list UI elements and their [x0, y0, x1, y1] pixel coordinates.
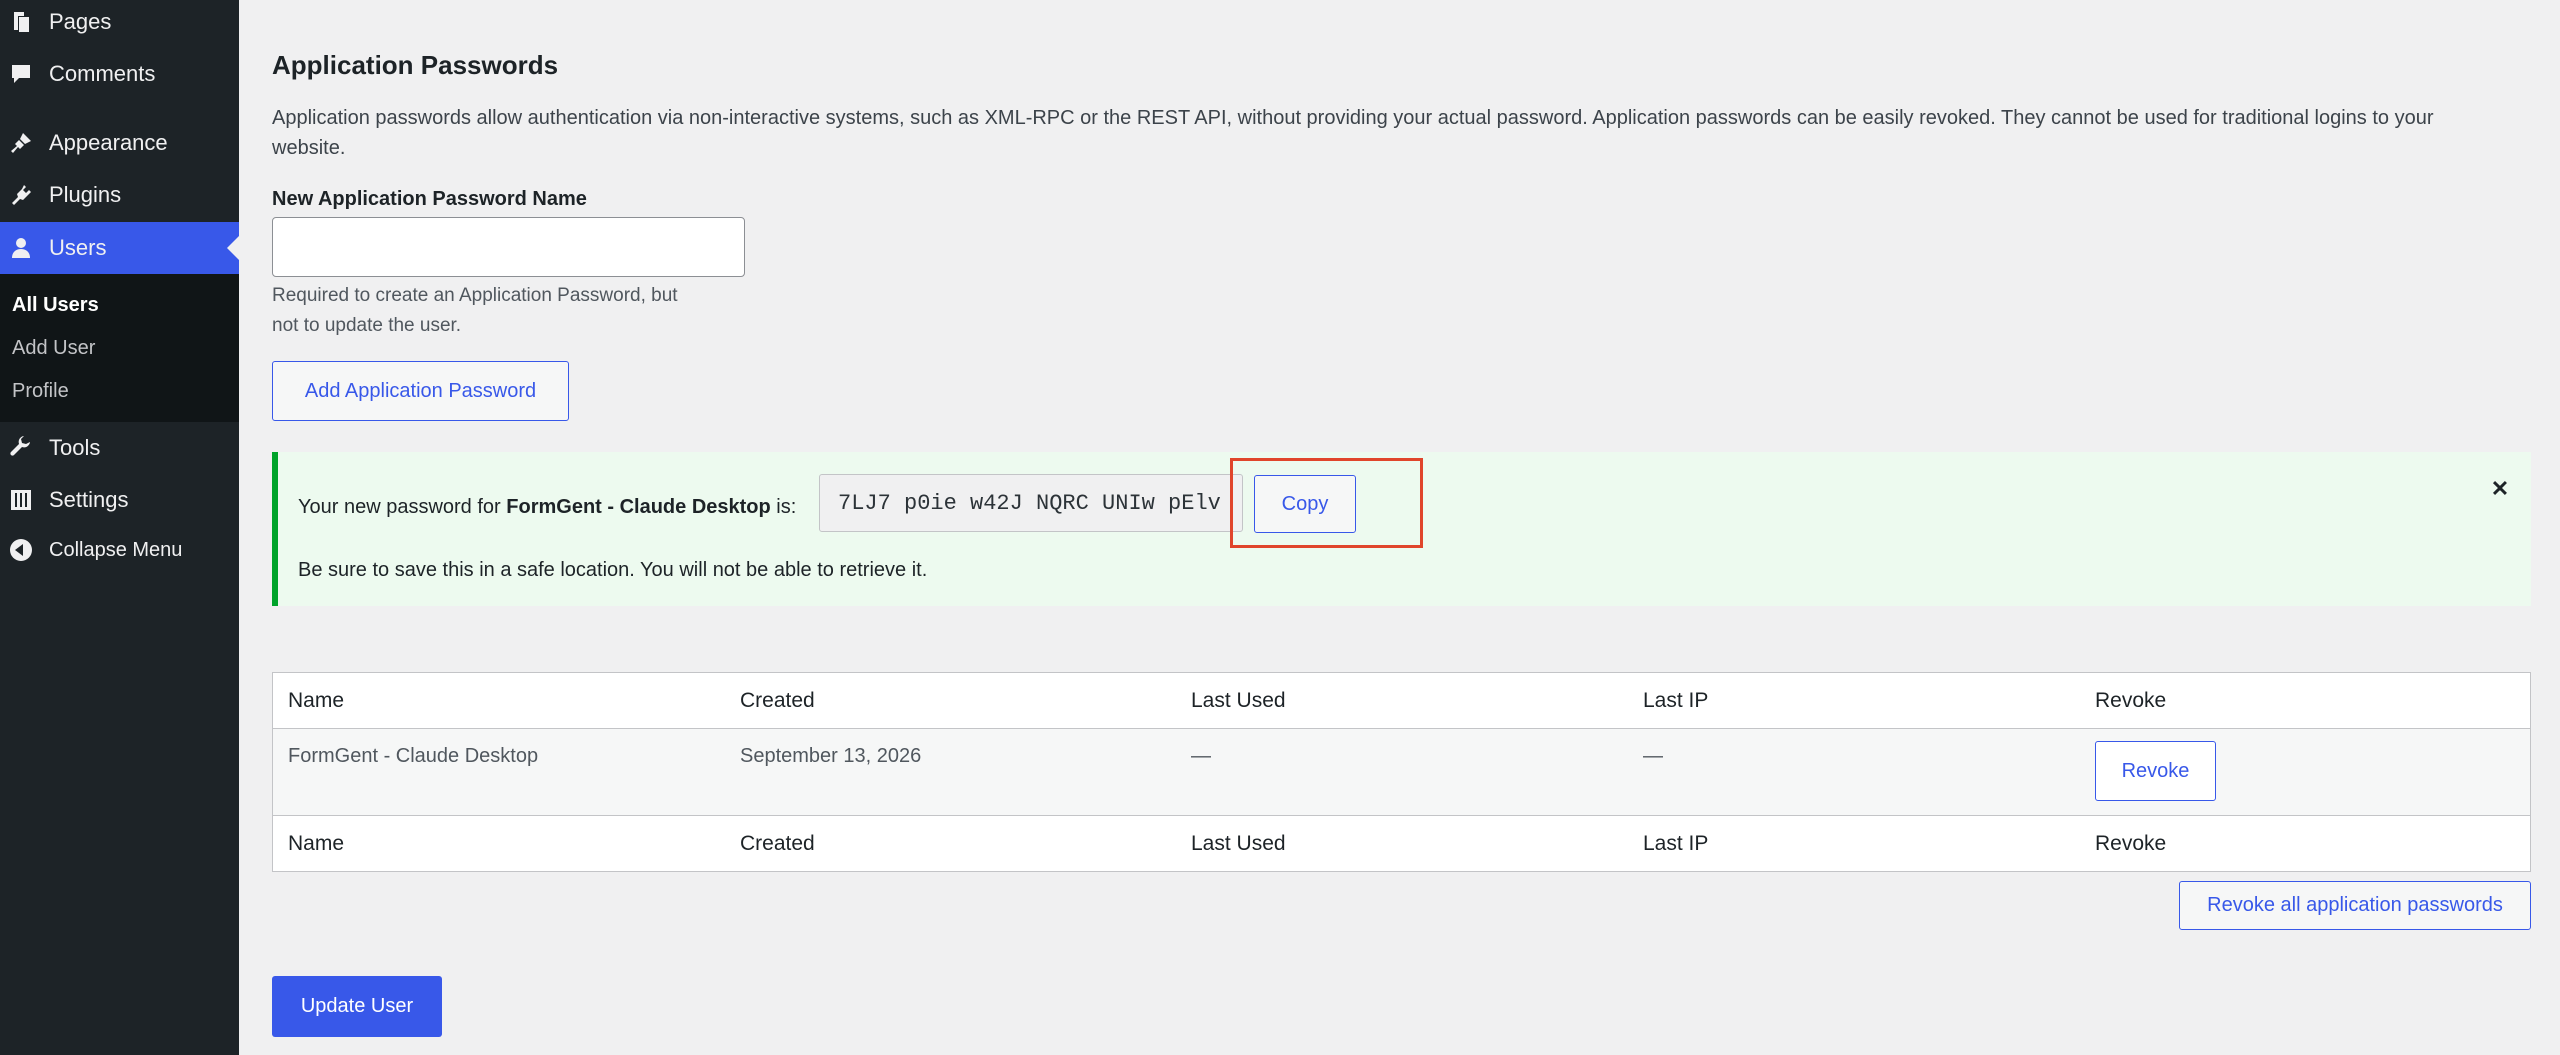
admin-sidebar: Pages Comments Appearance Plugins Users …: [0, 0, 239, 1055]
revoke-all-passwords-button[interactable]: Revoke all application passwords: [2179, 881, 2531, 930]
collapse-icon: [8, 537, 34, 563]
sidebar-collapse-menu[interactable]: Collapse Menu: [0, 524, 239, 576]
column-header-last-ip[interactable]: Last IP: [1643, 689, 1708, 713]
column-header-revoke[interactable]: Revoke: [2095, 689, 2166, 713]
users-icon: [8, 235, 34, 261]
sidebar-item-label: Tools: [49, 435, 101, 460]
new-password-name-label: New Application Password Name: [272, 188, 587, 210]
sidebar-item-comments[interactable]: Comments: [0, 48, 239, 100]
sidebar-item-label: Pages: [49, 9, 112, 34]
sidebar-item-settings[interactable]: Settings: [0, 474, 239, 526]
app-name: FormGent - Claude Desktop: [506, 496, 771, 518]
dismiss-notice-button[interactable]: ✕: [2485, 474, 2515, 504]
add-application-password-button[interactable]: Add Application Password: [272, 361, 569, 421]
sidebar-item-tools[interactable]: Tools: [0, 422, 239, 474]
column-footer-last-used[interactable]: Last Used: [1191, 832, 1286, 856]
plugins-icon: [8, 182, 34, 208]
column-header-name[interactable]: Name: [288, 689, 344, 713]
users-submenu: All Users Add User Profile: [0, 274, 239, 422]
appearance-icon: [8, 130, 34, 156]
sidebar-item-label: Settings: [49, 487, 129, 512]
sidebar-item-label: Appearance: [49, 130, 168, 155]
row-created: September 13, 2026: [740, 745, 922, 767]
new-password-value[interactable]: 7LJ7 p0ie w42J NQRC UNIw pElv: [819, 474, 1243, 532]
pages-icon: [8, 9, 34, 35]
tools-icon: [8, 435, 34, 461]
column-header-last-used[interactable]: Last Used: [1191, 689, 1286, 713]
table-row: FormGent - Claude Desktop September 13, …: [273, 728, 2530, 816]
new-password-name-help: Required to create an Application Passwo…: [272, 285, 678, 336]
sidebar-item-plugins[interactable]: Plugins: [0, 169, 239, 221]
sidebar-item-label: Users: [49, 235, 107, 260]
column-header-created[interactable]: Created: [740, 689, 815, 713]
application-passwords-table: Name Created Last Used Last IP Revoke Fo…: [272, 672, 2531, 872]
submenu-all-users[interactable]: All Users: [12, 294, 99, 317]
row-name: FormGent - Claude Desktop: [288, 745, 539, 767]
highlight-box: [1230, 458, 1423, 548]
section-description: Application passwords allow authenticati…: [272, 107, 2434, 159]
row-last-ip: —: [1643, 745, 1663, 767]
revoke-button[interactable]: Revoke: [2095, 741, 2216, 801]
sidebar-item-pages[interactable]: Pages: [0, 0, 239, 48]
submenu-profile[interactable]: Profile: [12, 380, 69, 403]
column-footer-revoke[interactable]: Revoke: [2095, 832, 2166, 856]
sidebar-item-label: Comments: [49, 61, 156, 86]
comments-icon: [8, 61, 34, 87]
sidebar-item-label: Plugins: [49, 182, 122, 207]
update-user-button[interactable]: Update User: [272, 976, 442, 1037]
section-title: Application Passwords: [272, 50, 559, 80]
new-password-message: Your new password for FormGent - Claude …: [298, 496, 797, 518]
settings-icon: [8, 487, 34, 513]
main-content: Application Passwords Application passwo…: [239, 0, 2560, 1055]
submenu-add-user[interactable]: Add User: [12, 337, 95, 360]
sidebar-item-appearance[interactable]: Appearance: [0, 117, 239, 169]
sidebar-item-label: Collapse Menu: [49, 538, 183, 561]
save-password-note: Be sure to save this in a safe location.…: [298, 559, 928, 581]
column-footer-name[interactable]: Name: [288, 832, 344, 856]
new-password-notice: Your new password for FormGent - Claude …: [272, 452, 2531, 606]
sidebar-item-users[interactable]: Users: [0, 222, 239, 274]
column-footer-last-ip[interactable]: Last IP: [1643, 832, 1708, 856]
new-password-name-input[interactable]: [272, 217, 745, 277]
column-footer-created[interactable]: Created: [740, 832, 815, 856]
row-last-used: —: [1191, 745, 1211, 767]
